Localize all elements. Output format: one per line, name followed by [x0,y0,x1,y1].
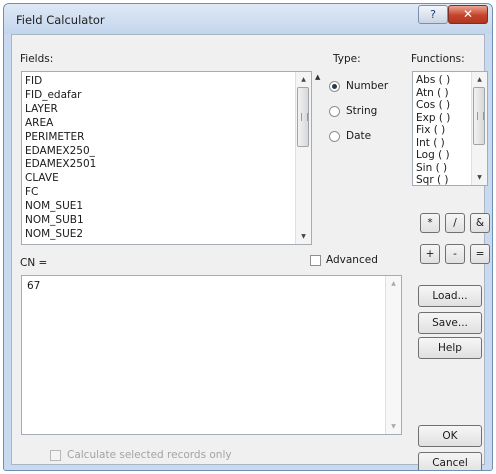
list-item[interactable]: FID_edafar [25,89,81,101]
calc-selected-label: Calculate selected records only [67,449,232,461]
functions-label: Functions: [411,53,465,65]
scroll-thumb[interactable] [473,87,485,145]
list-item[interactable]: EDAMEX2501 [25,158,96,170]
list-item[interactable]: Fix ( ) [416,124,445,136]
expression-label: CN = [20,257,48,269]
list-item[interactable]: Abs ( ) [416,74,450,86]
list-item[interactable]: CLAVE [25,172,59,184]
scroll-thumb[interactable] [297,87,309,147]
list-item[interactable]: Log ( ) [416,149,450,161]
expression-value[interactable]: 67 [27,280,40,292]
fields-scrollbar[interactable]: ▲ ▼ [295,72,311,244]
minus-button[interactable]: - [445,244,465,264]
functions-scrollbar[interactable]: ▲ ▼ [471,72,487,185]
list-item[interactable]: Sqr ( ) [416,174,449,185]
cancel-button[interactable]: Cancel [418,452,482,470]
save-button[interactable]: Save... [418,312,482,334]
close-button[interactable]: ✕ [448,5,488,24]
list-item[interactable]: Sin ( ) [416,162,447,174]
list-item[interactable]: NOM_SUE2 [25,228,83,240]
scroll-down-arrow-icon[interactable]: ▼ [386,419,401,434]
scroll-up-arrow-icon[interactable]: ▲ [386,276,401,291]
ok-button[interactable]: OK [418,425,482,447]
list-item[interactable]: FC [25,186,38,198]
advanced-checkbox[interactable] [310,255,321,266]
help-title-button[interactable]: ? [418,5,448,24]
expression-textarea[interactable]: 67 ▲ ▼ [21,275,402,435]
list-item[interactable]: Cos ( ) [416,99,450,111]
scroll-down-arrow-icon[interactable]: ▼ [296,229,311,244]
list-item[interactable]: EDAMEX250_ [25,145,95,157]
insert-field-arrow-icon[interactable]: ▲ [315,73,320,81]
load-button[interactable]: Load... [418,285,482,307]
type-label: Type: [333,53,361,65]
list-item[interactable]: NOM_SUE1 [25,200,83,212]
help-button[interactable]: Help [418,337,482,359]
fields-listbox[interactable]: NOM_SUE2 NOM_SUB1 NOM_SUE1 FC CLAVE EDAMEX250… [21,71,312,245]
expression-scrollbar[interactable]: ▲ ▼ [385,276,401,434]
type-date-radio[interactable] [329,131,340,142]
calc-selected-checkbox[interactable] [50,450,61,461]
list-item[interactable]: Exp ( ) [416,112,450,124]
type-string-label[interactable]: String [346,105,377,117]
scroll-up-arrow-icon[interactable]: ▲ [472,72,487,87]
list-item[interactable]: PERIMETER [25,131,84,143]
plus-button[interactable]: + [420,244,440,264]
title-bar[interactable]: Field Calculator ? ✕ [4,4,492,34]
fields-label: Fields: [20,53,54,65]
list-item[interactable]: LAYER [25,103,58,115]
list-item[interactable]: Atn ( ) [416,87,449,99]
type-number-label[interactable]: Number [346,80,388,92]
type-number-radio[interactable] [329,81,340,92]
list-item[interactable]: NOM_SUB1 [25,214,84,226]
dialog-client-area: Fields: NOM_SUE2 NOM_SUB1 NOM_SUE1 FC CLAVE E… [11,34,490,470]
field-calculator-window: Field Calculator ? ✕ Fields: NOM_SUE2 NOM… [3,3,493,471]
list-item[interactable]: AREA [25,117,53,129]
multiply-button[interactable]: * [420,213,440,233]
divide-button[interactable]: / [445,213,465,233]
concatenate-button[interactable]: & [470,213,490,233]
scroll-up-arrow-icon[interactable]: ▲ [296,72,311,87]
scroll-down-arrow-icon[interactable]: ▼ [472,170,487,185]
list-item[interactable]: FID [25,75,42,87]
window-title: Field Calculator [16,13,105,27]
type-date-label[interactable]: Date [346,130,371,142]
list-item[interactable]: Int ( ) [416,137,445,149]
advanced-label[interactable]: Advanced [326,254,378,266]
equals-button[interactable]: = [470,244,490,264]
type-string-radio[interactable] [329,106,340,117]
functions-listbox[interactable]: Sqr ( ) Sin ( ) Log ( ) Int ( ) Fix ( ) Exp (… [412,71,488,186]
